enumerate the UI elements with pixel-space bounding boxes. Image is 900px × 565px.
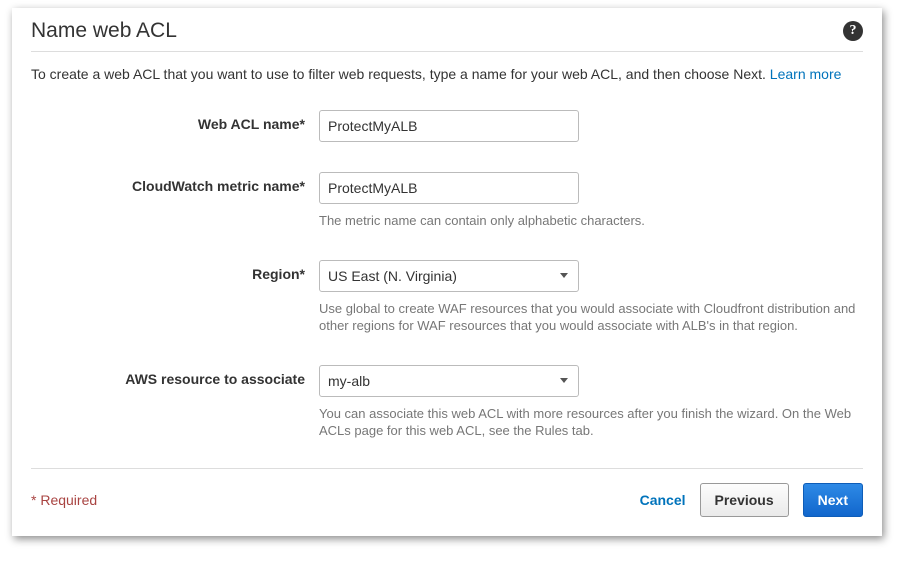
aws-resource-label: AWS resource to associate [31,365,319,387]
page-title: Name web ACL [31,19,177,43]
name-web-acl-panel: Name web ACL ? To create a web ACL that … [12,8,882,536]
web-acl-name-label: Web ACL name* [31,110,319,132]
chevron-down-icon [560,378,568,383]
aws-resource-select-value: my-alb [328,373,370,389]
cloudwatch-metric-name-input[interactable] [319,172,579,204]
region-select[interactable]: US East (N. Virginia) [319,260,579,292]
cancel-button[interactable]: Cancel [640,492,686,508]
footer-separator [31,468,863,469]
next-button[interactable]: Next [803,483,863,517]
aws-resource-select[interactable]: my-alb [319,365,579,397]
chevron-down-icon [560,273,568,278]
intro-text: To create a web ACL that you want to use… [31,66,863,82]
region-hint: Use global to create WAF resources that … [319,300,859,335]
aws-resource-hint: You can associate this web ACL with more… [319,405,859,440]
learn-more-link[interactable]: Learn more [770,66,842,82]
cloudwatch-metric-name-label: CloudWatch metric name* [31,172,319,194]
previous-button[interactable]: Previous [700,483,789,517]
web-acl-name-input[interactable] [319,110,579,142]
intro-body: To create a web ACL that you want to use… [31,66,770,82]
region-select-value: US East (N. Virginia) [328,268,457,284]
region-label: Region* [31,260,319,282]
cloudwatch-metric-name-hint: The metric name can contain only alphabe… [319,212,859,230]
help-icon[interactable]: ? [843,21,863,41]
required-note: * Required [31,492,97,508]
